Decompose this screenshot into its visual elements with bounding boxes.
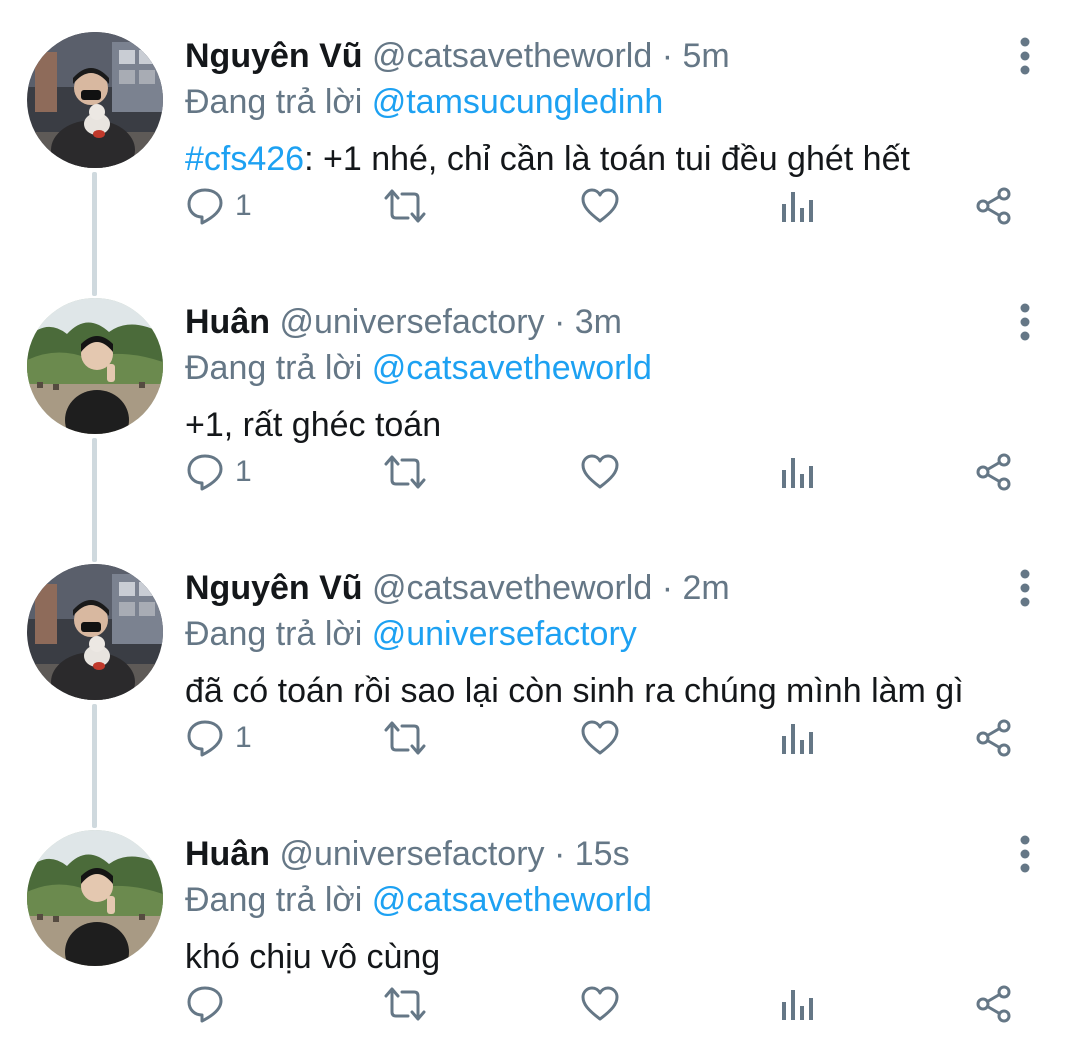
analytics-button[interactable]: [778, 974, 818, 1034]
tweet-text-content: : +1 nhé, chỉ cần là toán tui đều ghét h…: [304, 140, 910, 178]
replying-to: Đang trả lời @tamsucungledinh: [185, 80, 663, 124]
retweet-button[interactable]: [382, 176, 428, 236]
username[interactable]: @universefactory: [279, 303, 544, 341]
share-button[interactable]: [974, 176, 1014, 236]
replying-to-label: Đang trả lời: [185, 83, 363, 121]
tweet-header: Nguyên Vũ @catsavetheworld · 5m: [185, 34, 730, 78]
like-button[interactable]: [580, 176, 620, 236]
reply-icon: [187, 986, 223, 1023]
replying-to: Đang trả lời @catsavetheworld: [185, 878, 652, 922]
hashtag-link[interactable]: #cfs426: [185, 140, 304, 178]
profile-photo: [27, 564, 163, 700]
retweet-button[interactable]: [382, 708, 428, 768]
replying-to-handle[interactable]: @universefactory: [372, 615, 637, 653]
retweet-button[interactable]: [382, 974, 428, 1034]
vertical-ellipsis-icon[interactable]: [1010, 568, 1040, 608]
vertical-ellipsis-icon[interactable]: [1010, 834, 1040, 874]
separator: ·: [553, 303, 566, 341]
action-bar: [0, 974, 1080, 1034]
reply-count: 1: [235, 721, 252, 754]
avatar[interactable]: [27, 32, 163, 168]
replying-to-handle[interactable]: @catsavetheworld: [372, 881, 652, 919]
avatar[interactable]: [27, 298, 163, 434]
retweet-icon: [384, 721, 426, 755]
timestamp[interactable]: 15s: [575, 835, 630, 873]
reply-button[interactable]: [185, 974, 235, 1034]
analytics-button[interactable]: [778, 176, 818, 236]
like-button[interactable]: [580, 708, 620, 768]
tweet-header: Huân @universefactory · 15s: [185, 832, 630, 876]
tweet[interactable]: Huân @universefactory · 15s Đang trả lời…: [0, 798, 1080, 1064]
separator: ·: [553, 835, 566, 873]
display-name[interactable]: Nguyên Vũ: [185, 569, 363, 607]
reply-icon: [187, 188, 223, 225]
avatar[interactable]: [27, 564, 163, 700]
share-button[interactable]: [974, 708, 1014, 768]
share-icon: [976, 187, 1011, 225]
separator: ·: [661, 37, 674, 75]
like-button[interactable]: [580, 442, 620, 502]
profile-photo: [27, 830, 163, 966]
username[interactable]: @catsavetheworld: [372, 569, 652, 607]
display-name[interactable]: Nguyên Vũ: [185, 37, 363, 75]
timestamp[interactable]: 5m: [682, 37, 729, 75]
share-button[interactable]: [974, 974, 1014, 1034]
retweet-icon: [384, 455, 426, 489]
timestamp[interactable]: 3m: [575, 303, 622, 341]
action-bar: 1: [0, 442, 1080, 502]
tweet-header: Nguyên Vũ @catsavetheworld · 2m: [185, 566, 730, 610]
retweet-button[interactable]: [382, 442, 428, 502]
display-name[interactable]: Huân: [185, 835, 270, 873]
replying-to: Đang trả lời @catsavetheworld: [185, 346, 652, 390]
analytics-icon: [782, 990, 813, 1020]
like-icon: [581, 986, 619, 1021]
reply-button[interactable]: 1: [185, 708, 252, 768]
action-bar: 1: [0, 176, 1080, 236]
analytics-icon: [782, 192, 813, 222]
retweet-icon: [384, 987, 426, 1021]
separator: ·: [661, 569, 674, 607]
analytics-button[interactable]: [778, 442, 818, 502]
reply-icon: [187, 454, 223, 491]
vertical-ellipsis-icon[interactable]: [1010, 36, 1040, 76]
reply-icon: [187, 720, 223, 757]
like-icon: [581, 454, 619, 489]
retweet-icon: [384, 189, 426, 223]
reply-button[interactable]: 1: [185, 176, 252, 236]
tweet[interactable]: Nguyên Vũ @catsavetheworld · 5m Đang trả…: [0, 0, 1080, 266]
username[interactable]: @universefactory: [279, 835, 544, 873]
replying-to-handle[interactable]: @catsavetheworld: [372, 349, 652, 387]
replying-to-handle[interactable]: @tamsucungledinh: [372, 83, 664, 121]
tweet[interactable]: Nguyên Vũ @catsavetheworld · 2m Đang trả…: [0, 532, 1080, 798]
display-name[interactable]: Huân: [185, 303, 270, 341]
replying-to: Đang trả lời @universefactory: [185, 612, 637, 656]
tweet-header: Huân @universefactory · 3m: [185, 300, 622, 344]
username[interactable]: @catsavetheworld: [372, 37, 652, 75]
profile-photo: [27, 298, 163, 434]
like-icon: [581, 188, 619, 223]
analytics-icon: [782, 724, 813, 754]
tweet[interactable]: Huân @universefactory · 3m Đang trả lời …: [0, 266, 1080, 532]
share-button[interactable]: [974, 442, 1014, 502]
replying-to-label: Đang trả lời: [185, 881, 363, 919]
replying-to-label: Đang trả lời: [185, 349, 363, 387]
reply-button[interactable]: 1: [185, 442, 252, 502]
like-icon: [581, 720, 619, 755]
analytics-button[interactable]: [778, 708, 818, 768]
avatar[interactable]: [27, 830, 163, 966]
share-icon: [976, 985, 1011, 1023]
profile-photo: [27, 32, 163, 168]
vertical-ellipsis-icon[interactable]: [1010, 302, 1040, 342]
like-button[interactable]: [580, 974, 620, 1034]
action-bar: 1: [0, 708, 1080, 768]
analytics-icon: [782, 458, 813, 488]
share-icon: [976, 719, 1011, 757]
timestamp[interactable]: 2m: [682, 569, 729, 607]
reply-count: 1: [235, 189, 252, 222]
replying-to-label: Đang trả lời: [185, 615, 363, 653]
share-icon: [976, 453, 1011, 491]
reply-count: 1: [235, 455, 252, 488]
